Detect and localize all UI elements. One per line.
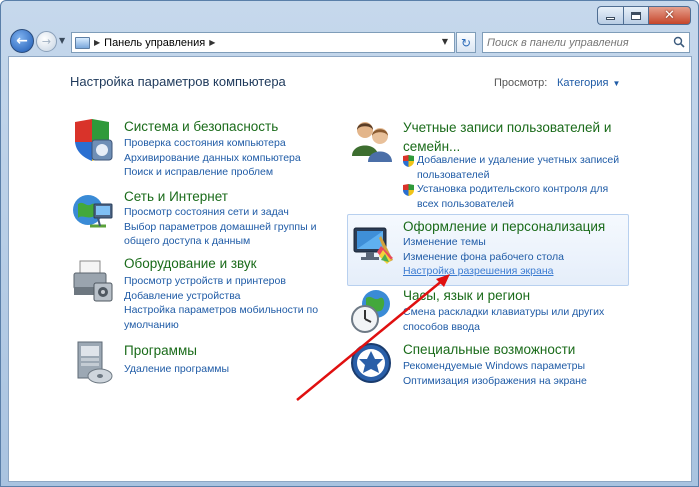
category-title-system-security[interactable]: Система и безопасность — [124, 119, 278, 134]
close-icon: ✕ — [664, 8, 675, 23]
uac-shield-icon — [403, 184, 414, 197]
search-icon[interactable] — [673, 36, 685, 48]
address-bar[interactable]: ▶ Панель управления ▶ ▼ — [71, 32, 455, 53]
link-mobility-settings-2[interactable]: умолчанию — [124, 318, 318, 333]
shield-pc-icon[interactable] — [70, 118, 116, 164]
breadcrumb-chevron-icon[interactable]: ▶ — [209, 38, 215, 47]
breadcrumb-chevron-icon[interactable]: ▶ — [94, 38, 100, 47]
minimize-button[interactable] — [597, 6, 623, 25]
link-parental-controls[interactable]: Установка родительского контроля для всех… — [403, 182, 619, 211]
caption-buttons: ✕ — [597, 6, 691, 25]
close-button[interactable]: ✕ — [648, 6, 691, 25]
link-mobility-settings[interactable]: Настройка параметров мобильности по — [124, 303, 318, 318]
page-title: Настройка параметров компьютера — [70, 74, 286, 89]
view-by-label: Просмотр: — [494, 77, 548, 89]
refresh-button[interactable]: ↻ — [456, 32, 476, 53]
network-globe-icon[interactable] — [70, 190, 116, 236]
forward-button[interactable]: → — [36, 31, 57, 52]
users-icon[interactable] — [350, 118, 396, 164]
printer-icon[interactable] — [70, 257, 116, 303]
maximize-button[interactable] — [623, 6, 648, 25]
breadcrumb-control-panel[interactable]: Панель управления — [104, 37, 205, 49]
minimize-icon — [606, 17, 615, 20]
category-title-user-accounts[interactable]: Учетные записи пользователей и семейн... — [403, 118, 611, 156]
link-network-status[interactable]: Просмотр состояния сети и задач — [124, 205, 316, 220]
link-devices-printers[interactable]: Просмотр устройств и принтеров — [124, 274, 318, 289]
accessibility-icon[interactable] — [350, 342, 396, 388]
search-input[interactable] — [487, 33, 667, 52]
link-recommended-settings[interactable]: Рекомендуемые Windows параметры — [403, 359, 587, 374]
category-title-clock-region[interactable]: Часы, язык и регион — [403, 288, 530, 303]
category-title-hardware-sound[interactable]: Оборудование и звук — [124, 256, 257, 271]
category-title-user-accounts-line1[interactable]: Учетные записи пользователей и — [403, 118, 611, 137]
address-dropdown-icon[interactable]: ▼ — [442, 37, 448, 46]
link-optimize-display[interactable]: Оптимизация изображения на экране — [403, 374, 587, 389]
link-add-device[interactable]: Добавление устройства — [124, 289, 318, 304]
link-homegroup[interactable]: Выбор параметров домашней группы и — [124, 220, 316, 235]
link-add-remove-accounts-line2[interactable]: пользователей — [417, 168, 619, 183]
maximize-icon — [631, 11, 641, 20]
category-title-appearance[interactable]: Оформление и персонализация — [403, 219, 605, 234]
recent-pages-dropdown[interactable]: ▼ — [59, 36, 65, 45]
forward-arrow-icon: → — [41, 35, 52, 48]
programs-icon[interactable] — [70, 340, 116, 386]
link-troubleshoot[interactable]: Поиск и исправление проблем — [124, 165, 301, 180]
link-screen-resolution[interactable]: Настройка разрешения экрана — [403, 264, 564, 279]
clock-globe-icon[interactable] — [350, 288, 396, 334]
uac-shield-icon — [403, 155, 414, 167]
link-backup[interactable]: Архивирование данных компьютера — [124, 151, 301, 166]
link-uninstall-program[interactable]: Удаление программы — [124, 362, 229, 377]
personalization-icon[interactable] — [351, 222, 397, 268]
link-keyboard-layout[interactable]: Смена раскладки клавиатуры или других — [403, 305, 604, 320]
control-panel-icon — [75, 36, 90, 49]
link-add-remove-accounts-line1[interactable]: Добавление и удаление учетных записей — [417, 153, 619, 168]
view-by-value[interactable]: Категория — [557, 77, 608, 89]
chevron-down-icon[interactable]: ▼ — [612, 79, 620, 88]
category-title-ease-of-access[interactable]: Специальные возможности — [403, 342, 575, 357]
link-change-wallpaper[interactable]: Изменение фона рабочего стола — [403, 250, 564, 265]
view-by-dropdown[interactable]: Категория ▼ — [557, 77, 620, 89]
refresh-icon: ↻ — [460, 35, 472, 50]
category-title-network[interactable]: Сеть и Интернет — [124, 189, 228, 204]
link-parental-controls-line1[interactable]: Установка родительского контроля для — [417, 182, 608, 197]
link-change-theme[interactable]: Изменение темы — [403, 235, 564, 250]
link-keyboard-layout-2[interactable]: способов ввода — [403, 320, 604, 335]
link-parental-controls-line2[interactable]: всех пользователей — [417, 197, 608, 212]
link-add-remove-accounts[interactable]: Добавление и удаление учетных записей пол… — [403, 153, 619, 182]
back-button[interactable]: ← — [10, 29, 34, 53]
link-homegroup-2[interactable]: общего доступа к данным — [124, 234, 316, 249]
search-box[interactable] — [482, 32, 690, 53]
category-title-programs[interactable]: Программы — [124, 343, 197, 358]
back-arrow-icon: ← — [16, 33, 28, 49]
link-check-status[interactable]: Проверка состояния компьютера — [124, 136, 301, 151]
